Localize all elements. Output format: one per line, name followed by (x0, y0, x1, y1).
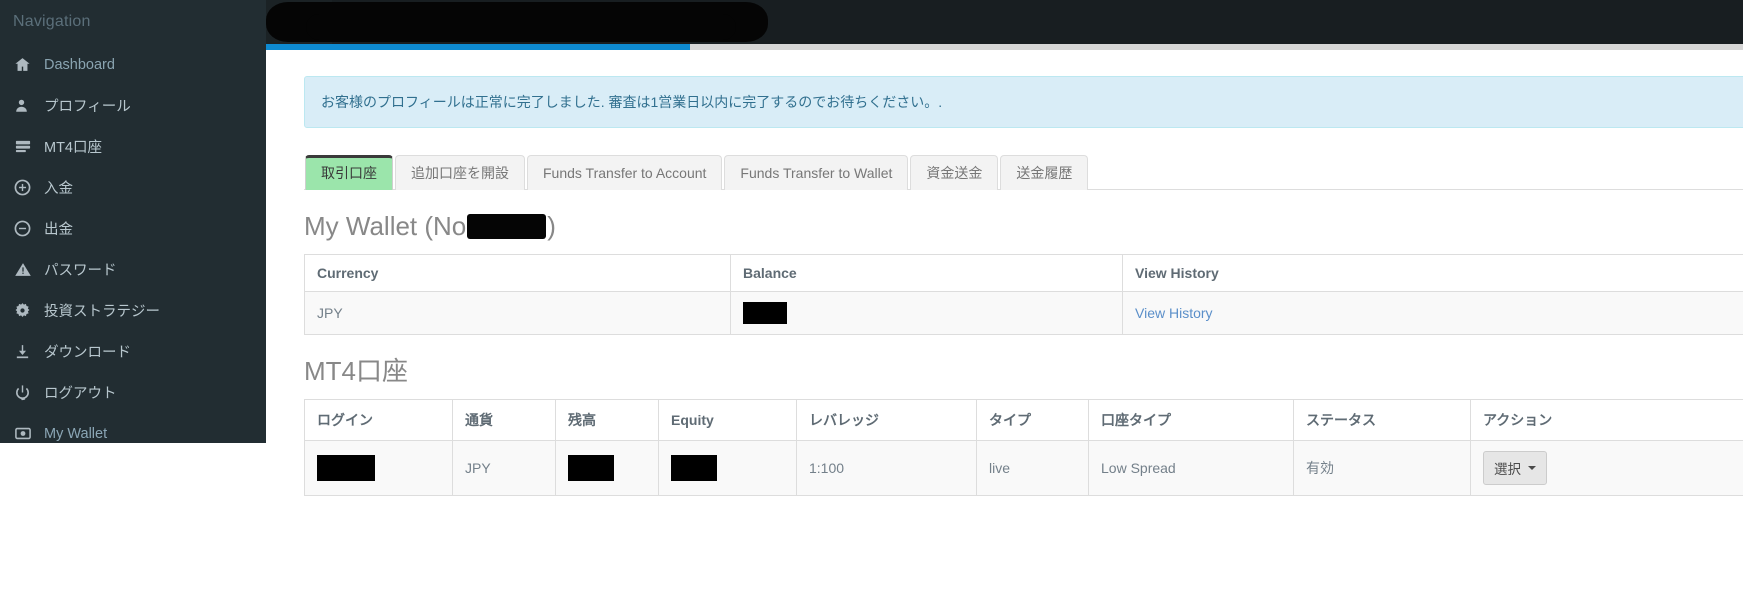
wallet-col-view-history: View History (1122, 254, 1743, 292)
redacted-wallet-number (467, 213, 547, 239)
main-content: お客様のプロフィールは正常に完了しました. 審査は1営業日以内に完了するのでお待… (266, 50, 1743, 593)
mt4-col-login: ログイン (304, 399, 453, 441)
wallet-col-balance: Balance (730, 254, 1123, 292)
mt4-table-header-row: ログイン 通貨 残高 Equity レバレッジ タイプ 口座タイプ ステータス … (304, 399, 1743, 441)
mt4-cell-balance (555, 440, 659, 496)
gear-icon (14, 302, 44, 319)
sidebar-item-deposit[interactable]: 入金 (0, 167, 266, 208)
redacted-header-content (266, 2, 768, 42)
profile-status-alert: お客様のプロフィールは正常に完了しました. 審査は1営業日以内に完了するのでお待… (304, 76, 1743, 128)
power-icon (14, 384, 44, 401)
sidebar-item-investment-strategy[interactable]: 投資ストラテジー (0, 290, 266, 331)
mt4-col-status: ステータス (1293, 399, 1471, 441)
sidebar-item-mt4-accounts[interactable]: MT4口座 (0, 126, 266, 167)
sidebar-item-label: ログアウト (44, 386, 117, 402)
sidebar-item-logout[interactable]: ログアウト (0, 372, 266, 413)
sidebar-item-download[interactable]: ダウンロード (0, 331, 266, 372)
mt4-col-balance: 残高 (555, 399, 659, 441)
mt4-col-equity: Equity (658, 399, 797, 441)
sidebar-item-withdraw[interactable]: 出金 (0, 208, 266, 249)
mt4-cell-action: 選択 (1470, 440, 1743, 496)
wallet-table-header-row: Currency Balance View History (304, 254, 1743, 292)
sidebar-bottom-spacer (0, 443, 266, 593)
sidebar-item-label: パスワード (44, 263, 117, 279)
mt4-col-currency: 通貨 (452, 399, 556, 441)
chevron-down-icon (1528, 466, 1536, 470)
wallet-col-currency: Currency (304, 254, 731, 292)
user-icon (14, 97, 44, 114)
mt4-cell-type: live (976, 440, 1089, 496)
mt4-col-leverage: レバレッジ (796, 399, 977, 441)
select-action-button[interactable]: 選択 (1483, 451, 1547, 485)
redacted-mt4-login (317, 455, 375, 481)
my-wallet-heading-suffix: ) (547, 211, 556, 241)
home-icon (14, 56, 44, 73)
server-icon (14, 138, 44, 155)
sidebar-item-label: Dashboard (44, 56, 115, 73)
sidebar-item-dashboard[interactable]: Dashboard (0, 44, 266, 85)
account-tabs: 取引口座 追加口座を開設 Funds Transfer to Account F… (304, 153, 1743, 190)
mt4-accounts-table: ログイン 通貨 残高 Equity レバレッジ タイプ 口座タイプ ステータス … (304, 399, 1743, 496)
view-history-link[interactable]: View History (1135, 305, 1213, 321)
table-row: JPY View History (304, 291, 1743, 335)
warning-triangle-icon (14, 261, 44, 278)
mt4-accounts-heading: MT4口座 (304, 356, 409, 386)
table-row: JPY 1:100 live Low Spread 有効 選択 (304, 440, 1743, 496)
redacted-mt4-equity (671, 455, 717, 481)
tab-funds-transfer-to-account[interactable]: Funds Transfer to Account (527, 155, 723, 190)
sidebar: Navigation Dashboard プロフィール MT4口座 入金 出金 … (0, 0, 266, 443)
tab-transfer-history[interactable]: 送金履歴 (1000, 155, 1089, 190)
wallet-table: Currency Balance View History JPY View H… (304, 254, 1743, 335)
my-wallet-heading: My Wallet (No) (304, 211, 1743, 241)
sidebar-item-label: 出金 (44, 222, 73, 238)
mt4-col-action: アクション (1470, 399, 1743, 441)
my-wallet-heading-prefix: My Wallet (No (304, 211, 467, 241)
mt4-cell-equity (658, 440, 797, 496)
redacted-mt4-balance (568, 455, 614, 481)
wallet-cell-view-history: View History (1122, 291, 1743, 335)
select-action-label: 選択 (1494, 462, 1521, 477)
download-icon (14, 343, 44, 360)
sidebar-item-label: MT4口座 (44, 140, 102, 156)
mt4-cell-login (304, 440, 453, 496)
mt4-cell-account-type: Low Spread (1088, 440, 1294, 496)
redacted-wallet-balance (743, 302, 787, 324)
minus-circle-icon (14, 220, 44, 237)
mt4-cell-leverage: 1:100 (796, 440, 977, 496)
mt4-cell-currency: JPY (452, 440, 556, 496)
tab-fund-transfer[interactable]: 資金送金 (910, 155, 999, 190)
sidebar-item-label: プロフィール (44, 99, 131, 115)
sidebar-item-label: ダウンロード (44, 345, 131, 361)
wallet-icon (14, 425, 44, 442)
mt4-cell-status: 有効 (1293, 440, 1471, 496)
sidebar-item-my-wallet[interactable]: My Wallet (0, 413, 266, 443)
wallet-cell-currency: JPY (304, 291, 731, 335)
mt4-col-type: タイプ (976, 399, 1089, 441)
plus-circle-icon (14, 179, 44, 196)
sidebar-item-label: 投資ストラテジー (44, 304, 160, 320)
top-header-bar (266, 0, 1743, 44)
sidebar-item-password[interactable]: パスワード (0, 249, 266, 290)
sidebar-title: Navigation (13, 13, 91, 30)
page-root: Navigation Dashboard プロフィール MT4口座 入金 出金 … (0, 0, 1743, 593)
sidebar-item-label: My Wallet (44, 425, 108, 442)
tab-trading-account[interactable]: 取引口座 (305, 155, 393, 190)
tab-funds-transfer-to-wallet[interactable]: Funds Transfer to Wallet (724, 155, 909, 190)
tab-open-additional-account[interactable]: 追加口座を開設 (395, 155, 525, 190)
sidebar-item-label: 入金 (44, 181, 73, 197)
mt4-col-account-type: 口座タイプ (1088, 399, 1294, 441)
wallet-cell-balance (730, 291, 1123, 335)
sidebar-item-profile[interactable]: プロフィール (0, 85, 266, 126)
